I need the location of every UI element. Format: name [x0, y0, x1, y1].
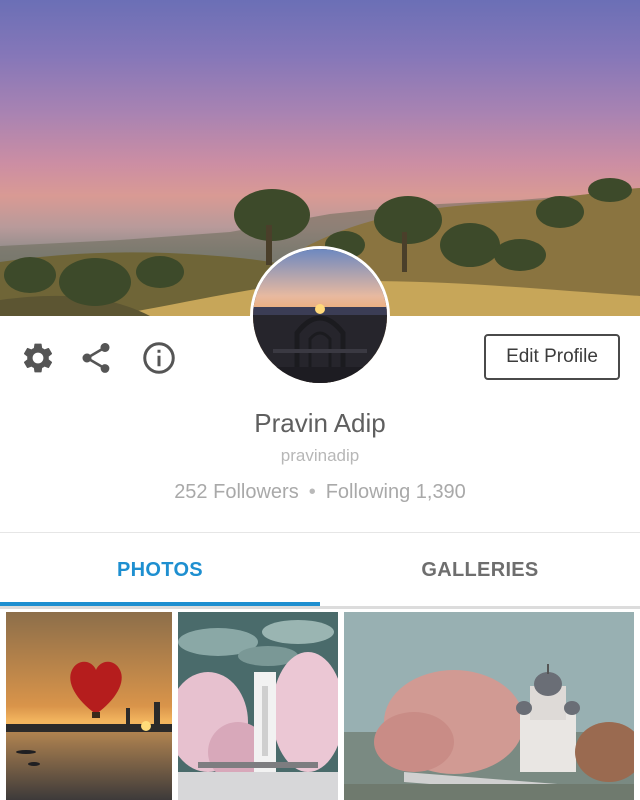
tab-galleries[interactable]: GALLERIES	[320, 534, 640, 606]
photo-thumbnail[interactable]	[6, 612, 172, 800]
tab-photos[interactable]: PHOTOS	[0, 534, 320, 606]
tabs-divider	[0, 606, 640, 609]
profile-name: Pravin Adip	[254, 408, 386, 438]
info-icon	[143, 342, 175, 374]
settings-button[interactable]	[18, 338, 58, 378]
share-icon	[82, 342, 110, 373]
info-button[interactable]	[139, 338, 179, 378]
following-count[interactable]: Following 1,390	[326, 481, 466, 503]
photo-thumbnail[interactable]	[344, 612, 634, 800]
photo-thumbnail[interactable]	[178, 612, 338, 800]
gear-icon	[23, 343, 53, 373]
section-divider	[0, 532, 640, 533]
active-tab-indicator	[0, 602, 320, 606]
share-button[interactable]	[76, 338, 116, 378]
followers-count[interactable]: 252 Followers	[174, 481, 299, 503]
edit-profile-button[interactable]: Edit Profile	[484, 334, 620, 380]
profile-avatar[interactable]	[250, 246, 390, 386]
profile-stats: 252 Followers • Following 1,390	[0, 481, 640, 504]
profile-username[interactable]: pravinadip	[0, 446, 640, 466]
stats-separator: •	[308, 481, 316, 503]
